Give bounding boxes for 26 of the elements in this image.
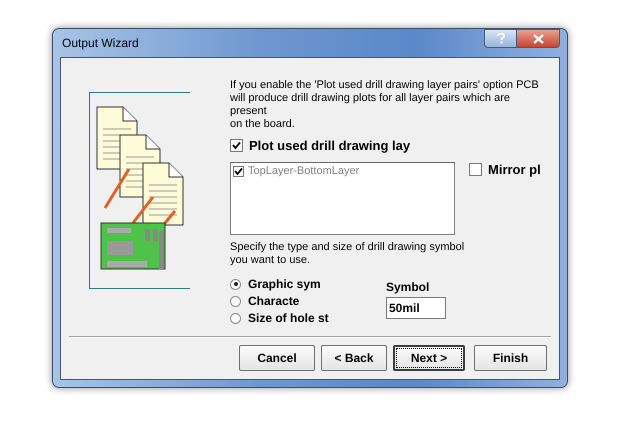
wizard-button[interactable]: Finish xyxy=(474,345,547,371)
plot-layer-pairs-checkbox[interactable]: Plot used drill drawing lay xyxy=(230,138,550,153)
radio-button[interactable] xyxy=(230,296,241,306)
wizard-button[interactable]: Next > xyxy=(393,345,465,371)
radio-button[interactable] xyxy=(230,312,241,324)
radio-button[interactable] xyxy=(230,278,241,290)
symbol-type-radio[interactable]: Graphic sym xyxy=(230,277,386,291)
wizard-button[interactable]: Cancel xyxy=(239,345,315,371)
layer-pairs-list[interactable]: TopLayer-BottomLayer xyxy=(230,162,455,235)
checkbox[interactable] xyxy=(233,166,244,176)
close-icon xyxy=(532,34,544,44)
help-button[interactable] xyxy=(484,29,517,48)
symbol-type-radio[interactable]: Characte xyxy=(230,294,386,308)
wizard-button[interactable]: < Back xyxy=(321,345,387,371)
description-text: If you enable the 'Plot used drill drawing layer pairs' option PCB will produce drill drawing plots for all layer pairs which are present on the board. xyxy=(230,79,540,132)
help-icon xyxy=(496,33,504,44)
list-item[interactable]: TopLayer-BottomLayer xyxy=(233,165,452,177)
close-button[interactable] xyxy=(517,29,560,48)
mirror-checkbox[interactable]: Mirror pl xyxy=(469,162,541,177)
checkbox[interactable] xyxy=(469,163,482,176)
field-label: Symbol xyxy=(386,280,430,294)
symbol-size-field[interactable]: 50mil xyxy=(386,297,446,319)
checkbox[interactable] xyxy=(230,139,243,152)
instruction-text: Specify the type and size of drill drawing symbol you want to use. xyxy=(230,241,466,267)
window-title: Output Wizard xyxy=(61,36,139,50)
symbol-type-radio[interactable]: Size of hole st xyxy=(230,311,386,325)
